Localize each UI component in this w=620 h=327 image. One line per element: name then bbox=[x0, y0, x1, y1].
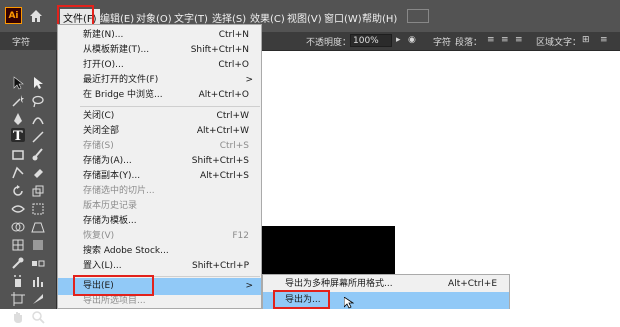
perspective-grid-tool-icon[interactable] bbox=[31, 220, 45, 234]
control-bar-label: 字符 bbox=[12, 38, 31, 48]
opacity-field[interactable]: 100% bbox=[350, 34, 392, 47]
menu-separator bbox=[80, 106, 260, 107]
curvature-tool-icon[interactable] bbox=[31, 112, 45, 126]
menu-effect[interactable]: 效果(C) bbox=[250, 10, 285, 25]
menu-window[interactable]: 窗口(W) bbox=[324, 10, 362, 25]
blend-tool-icon[interactable] bbox=[31, 256, 45, 270]
symbol-sprayer-tool-icon[interactable] bbox=[11, 274, 25, 288]
highlight-export-item bbox=[73, 275, 154, 296]
column-graph-tool-icon[interactable] bbox=[31, 274, 45, 288]
eraser-tool-icon[interactable] bbox=[31, 166, 45, 180]
pen-tool-icon[interactable] bbox=[11, 112, 25, 126]
hand-tool-icon[interactable] bbox=[11, 310, 25, 324]
menu-item-place[interactable]: 置入(L)... Shift+Ctrl+P bbox=[58, 258, 261, 275]
line-tool-icon[interactable] bbox=[31, 130, 45, 144]
opacity-dropdown-icon[interactable]: ▸ bbox=[396, 35, 401, 45]
paintbrush-tool-icon[interactable] bbox=[31, 148, 45, 162]
menu-select[interactable]: 选择(S) bbox=[212, 10, 246, 25]
area-type-label: 区域文字： bbox=[536, 38, 582, 48]
magic-wand-tool-icon[interactable] bbox=[11, 94, 25, 108]
type-tool-icon[interactable]: T bbox=[11, 128, 25, 144]
menu-item-browse-in-bridge[interactable]: 在 Bridge 中浏览... Alt+Ctrl+O bbox=[58, 87, 261, 104]
lasso-tool-icon[interactable] bbox=[31, 94, 45, 108]
width-tool-icon[interactable] bbox=[11, 202, 25, 216]
app-logo: Ai bbox=[5, 7, 22, 24]
file-menu-dropdown: 新建(N)... Ctrl+N 从模板新建(T)... Shift+Ctrl+N 打… bbox=[57, 24, 262, 309]
area-type-options-icon[interactable]: ⊞ bbox=[582, 35, 590, 45]
shaper-tool-icon[interactable] bbox=[11, 166, 25, 180]
shape-builder-tool-icon[interactable] bbox=[11, 220, 25, 234]
align-left-icon[interactable]: ≡ bbox=[487, 35, 495, 45]
align-right-icon[interactable]: ≡ bbox=[515, 35, 523, 45]
paragraph-panel-link[interactable]: 段落： bbox=[455, 35, 482, 48]
rectangle-tool-icon[interactable] bbox=[11, 148, 25, 162]
selection-tool-icon[interactable] bbox=[11, 76, 25, 90]
free-transform-tool-icon[interactable] bbox=[31, 202, 45, 216]
mesh-tool-icon[interactable] bbox=[11, 238, 25, 252]
slice-tool-icon[interactable] bbox=[31, 292, 45, 306]
rotate-tool-icon[interactable] bbox=[11, 184, 25, 198]
direct-selection-tool-icon[interactable] bbox=[31, 76, 45, 90]
workspace-switcher-icon[interactable] bbox=[407, 9, 429, 23]
tools-panel: T bbox=[0, 50, 57, 324]
highlight-export-as-item bbox=[273, 290, 330, 309]
zoom-tool-icon[interactable] bbox=[31, 310, 45, 324]
character-panel-link[interactable]: 字符 bbox=[433, 35, 451, 48]
eyedropper-tool-icon[interactable] bbox=[11, 256, 25, 270]
scale-tool-icon[interactable] bbox=[31, 184, 45, 198]
home-icon[interactable] bbox=[28, 8, 44, 24]
menu-type[interactable]: 文字(T) bbox=[174, 10, 208, 25]
canvas-text-object[interactable] bbox=[262, 226, 395, 276]
menu-object[interactable]: 对象(O) bbox=[136, 10, 172, 25]
menu-view[interactable]: 视图(V) bbox=[287, 10, 322, 25]
artboard-tool-icon[interactable] bbox=[11, 292, 25, 306]
gradient-tool-icon[interactable] bbox=[31, 238, 45, 252]
opacity-label: 不透明度： bbox=[306, 38, 352, 48]
recolor-icon[interactable]: ◉ bbox=[408, 35, 416, 45]
menu-edit[interactable]: 编辑(E) bbox=[100, 10, 134, 25]
svg-text:T: T bbox=[13, 129, 23, 142]
align-center-icon[interactable]: ≡ bbox=[501, 35, 509, 45]
mouse-cursor-icon bbox=[343, 296, 355, 309]
highlight-file-menu bbox=[57, 5, 94, 26]
more-options-icon[interactable]: ≡ bbox=[600, 35, 608, 45]
menu-help[interactable]: 帮助(H) bbox=[362, 10, 397, 25]
